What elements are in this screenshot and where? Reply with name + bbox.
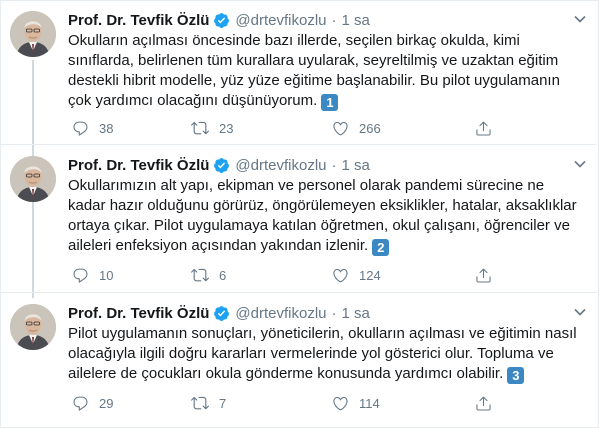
tweet-text-line: destekli hibrit modelle, yüz yüze eğitim… [68, 72, 560, 89]
tweet-text: Pilot uygulamanın sonuçları, yöneticiler… [68, 324, 588, 384]
share-button[interactable] [475, 265, 492, 285]
author-handle[interactable]: @drtevfikozlu [235, 12, 326, 29]
like-button[interactable]: 124 [332, 265, 381, 285]
tweet-text-line: aileleri enfeksiyon açısından yakından i… [68, 237, 369, 254]
reply-button[interactable]: 29 [72, 393, 113, 413]
separator-dot: · [331, 304, 337, 322]
avatar[interactable] [10, 304, 56, 350]
chevron-down-icon[interactable] [573, 12, 587, 26]
tweet-actions: 29 7 114 [68, 393, 588, 413]
tweet-actions: 10 6 124 [68, 265, 588, 285]
reply-icon [73, 121, 88, 136]
tweet-3[interactable]: Prof. Dr. Tevfik Özlü @drtevfikozlu · 1 … [0, 292, 597, 429]
retweet-count: 23 [219, 120, 234, 136]
tweet-header: Prof. Dr. Tevfik Özlü @drtevfikozlu · 1 … [68, 302, 370, 324]
like-count: 114 [359, 395, 380, 411]
avatar[interactable] [10, 156, 56, 202]
like-button[interactable]: 266 [332, 118, 381, 138]
separator-dot: · [331, 11, 337, 29]
tweet-text-line: kadar hazır olduğunu görürüz, öngörüleme… [68, 197, 577, 214]
reply-count: 29 [99, 395, 114, 411]
tweet-text: Okullarımızın alt yapı, ekipman ve perso… [68, 176, 588, 256]
author-handle[interactable]: @drtevfikozlu [235, 157, 326, 174]
like-count: 124 [359, 267, 381, 283]
retweet-icon [191, 396, 209, 410]
heart-icon [333, 268, 348, 282]
retweet-button[interactable]: 23 [191, 118, 233, 138]
share-icon [476, 121, 491, 136]
tweet-timestamp[interactable]: 1 sa [342, 305, 370, 322]
tweet-text-line: Okulların açılması öncesinde bazı illerd… [68, 32, 520, 49]
retweet-icon [191, 121, 209, 135]
tweet-text-line: Pilot uygulamanın sonuçları, yöneticiler… [68, 325, 577, 342]
separator-dot: · [331, 156, 337, 174]
retweet-count: 7 [219, 395, 227, 411]
share-icon [476, 396, 491, 411]
tweet-header: Prof. Dr. Tevfik Özlü @drtevfikozlu · 1 … [68, 154, 370, 176]
keycap-number-badge: 1 [321, 94, 339, 111]
tweet-timestamp[interactable]: 1 sa [342, 12, 370, 29]
reply-icon [73, 396, 88, 411]
retweet-button[interactable]: 7 [191, 393, 226, 413]
author-name[interactable]: Prof. Dr. Tevfik Özlü [68, 157, 209, 174]
verified-badge-icon [213, 305, 230, 322]
share-icon [476, 268, 491, 283]
tweet-1[interactable]: Prof. Dr. Tevfik Özlü @drtevfikozlu · 1 … [0, 0, 597, 144]
like-count: 266 [359, 120, 381, 136]
share-button[interactable] [475, 118, 492, 138]
share-button[interactable] [475, 393, 492, 413]
retweet-count: 6 [219, 267, 227, 283]
tweet-text-line: olacağıyla ilgili doğru kararları vermel… [68, 345, 554, 362]
verified-badge-icon [213, 12, 230, 29]
retweet-icon [191, 268, 209, 282]
keycap-number-badge: 2 [372, 239, 390, 256]
keycap-number-badge: 3 [507, 367, 525, 384]
author-name[interactable]: Prof. Dr. Tevfik Özlü [68, 12, 209, 29]
retweet-button[interactable]: 6 [191, 265, 226, 285]
chevron-down-icon[interactable] [573, 157, 587, 171]
author-handle[interactable]: @drtevfikozlu [235, 305, 326, 322]
reply-button[interactable]: 10 [72, 265, 113, 285]
tweet-timestamp[interactable]: 1 sa [342, 157, 370, 174]
heart-icon [333, 396, 348, 410]
tweet-actions: 38 23 266 [68, 118, 588, 138]
tweet-text-line: Okullarımızın alt yapı, ekipman ve perso… [68, 177, 545, 194]
tweet-2[interactable]: Prof. Dr. Tevfik Özlü @drtevfikozlu · 1 … [0, 144, 597, 293]
reply-count: 10 [99, 267, 114, 283]
tweet-text-line: ailelere de çocukları okula gönderme kon… [68, 365, 504, 382]
heart-icon [333, 121, 348, 135]
tweet-text-line: çok yardımcı olacağını düşünüyorum. [68, 92, 318, 109]
reply-icon [73, 268, 88, 283]
reply-count: 38 [99, 120, 114, 136]
verified-badge-icon [213, 157, 230, 174]
tweet-text-line: sınıflarda, belirlenen tüm kurallara uyu… [68, 52, 559, 69]
tweet-header: Prof. Dr. Tevfik Özlü @drtevfikozlu · 1 … [68, 9, 370, 31]
chevron-down-icon[interactable] [573, 305, 587, 319]
author-name[interactable]: Prof. Dr. Tevfik Özlü [68, 305, 209, 322]
tweet-text: Okulların açılması öncesinde bazı illerd… [68, 31, 588, 111]
like-button[interactable]: 114 [332, 393, 380, 413]
reply-button[interactable]: 38 [72, 118, 113, 138]
tweet-text-line: ortaya çıkar. Pilot uygulamaya katılan ö… [68, 217, 570, 234]
avatar[interactable] [10, 11, 56, 57]
